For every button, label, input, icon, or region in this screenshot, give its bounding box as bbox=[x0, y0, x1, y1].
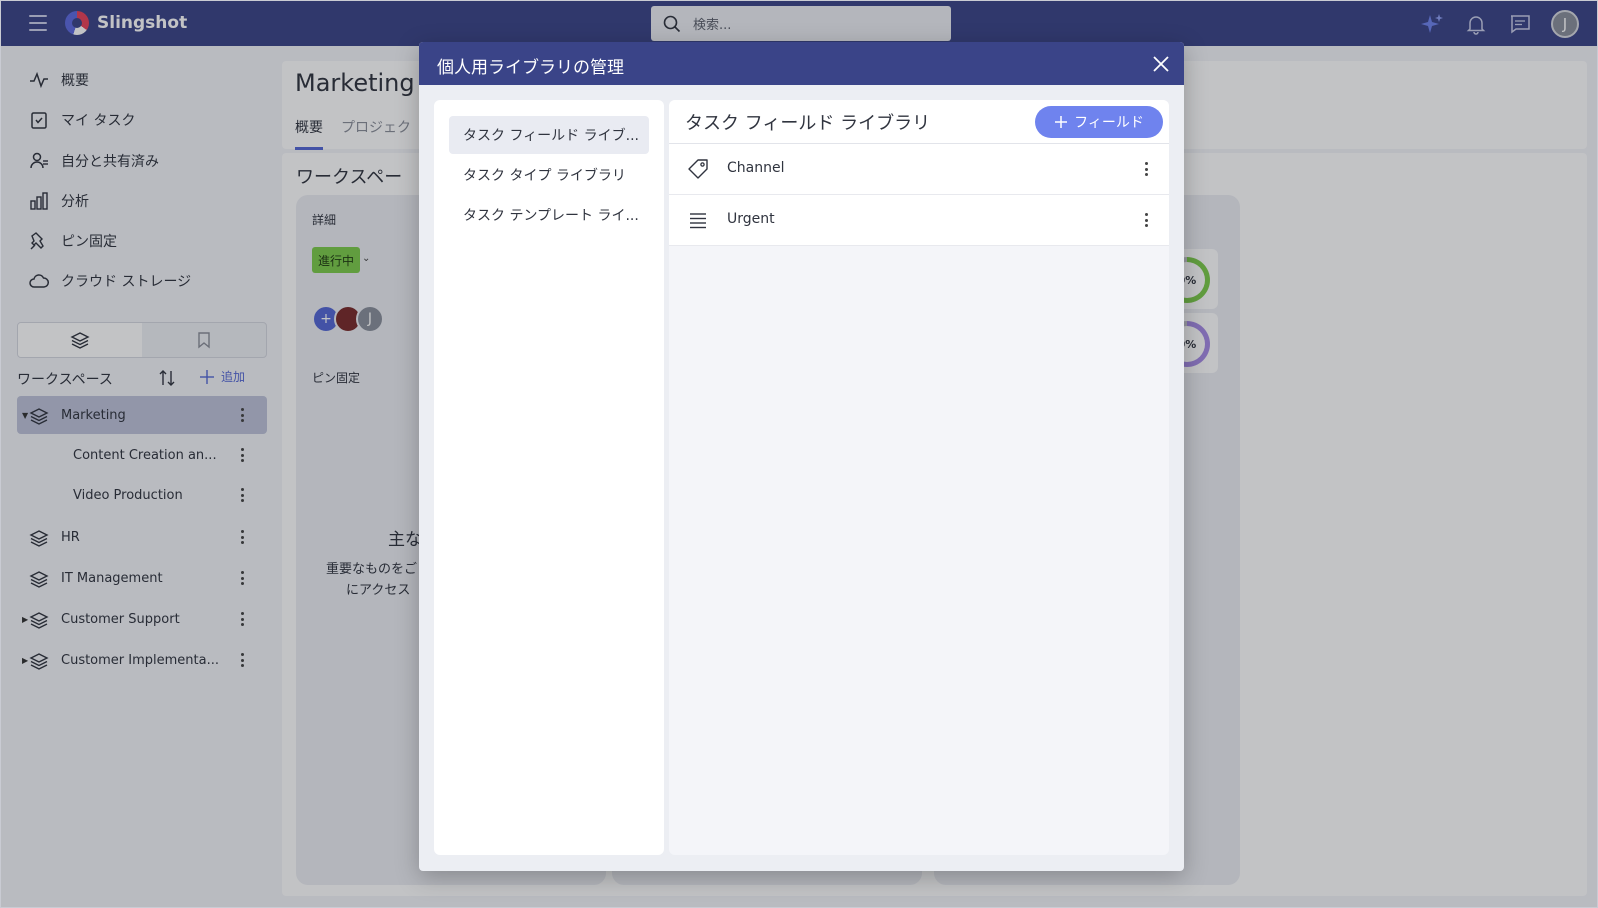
plus-icon bbox=[1055, 116, 1068, 128]
library-item-task-fields[interactable]: タスク フィールド ライブ... bbox=[449, 116, 649, 154]
fields-panel: タスク フィールド ライブラリ フィールド Channel Urgent bbox=[669, 100, 1169, 855]
fields-panel-title: タスク フィールド ライブラリ bbox=[685, 113, 931, 134]
app-window: Slingshot 検索... J 概要 マイ タスク 自分と共有済み 分析 ピ… bbox=[0, 0, 1598, 908]
library-item-task-types[interactable]: タスク タイプ ライブラリ bbox=[449, 156, 649, 194]
tag-icon bbox=[688, 159, 708, 179]
field-label: Urgent bbox=[727, 211, 775, 227]
add-field-button[interactable]: フィールド bbox=[1035, 106, 1163, 138]
field-row-urgent[interactable]: Urgent bbox=[669, 195, 1169, 246]
library-item-task-templates[interactable]: タスク テンプレート ライ... bbox=[449, 196, 649, 234]
library-list: タスク フィールド ライブ... タスク タイプ ライブラリ タスク テンプレー… bbox=[434, 100, 664, 855]
add-field-label: フィールド bbox=[1074, 115, 1144, 131]
more-options-icon[interactable] bbox=[1143, 211, 1149, 229]
library-management-dialog: 個人用ライブラリの管理 タスク フィールド ライブ... タスク タイプ ライブ… bbox=[419, 42, 1184, 871]
text-lines-icon bbox=[690, 213, 706, 229]
close-icon[interactable] bbox=[1150, 53, 1172, 75]
field-label: Channel bbox=[727, 160, 785, 176]
more-options-icon[interactable] bbox=[1143, 160, 1149, 178]
field-row-channel[interactable]: Channel bbox=[669, 144, 1169, 195]
dialog-header: 個人用ライブラリの管理 bbox=[419, 42, 1184, 85]
dialog-title: 個人用ライブラリの管理 bbox=[437, 58, 624, 78]
fields-panel-header: タスク フィールド ライブラリ フィールド bbox=[669, 100, 1169, 144]
